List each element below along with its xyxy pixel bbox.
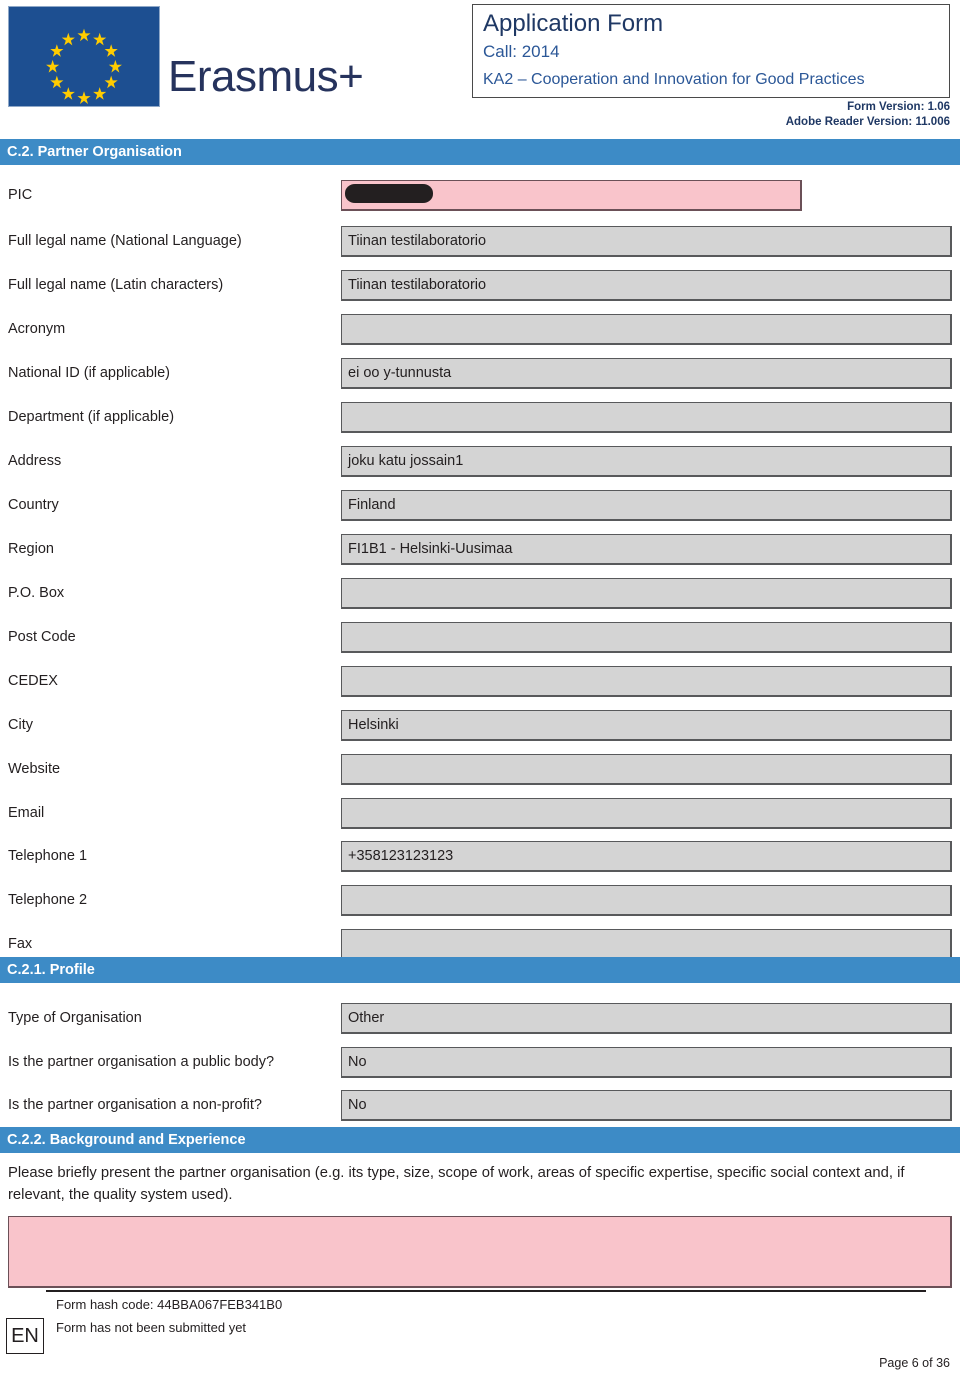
field-label-non-profit: Is the partner organisation a non-profit… bbox=[8, 1097, 262, 1113]
field-label-fax: Fax bbox=[8, 936, 33, 952]
field-label-country: Country bbox=[8, 497, 59, 513]
field-row-pic: PIC bbox=[0, 180, 960, 214]
field-value-national-id: ei oo y-tunnusta bbox=[348, 365, 452, 381]
field-row-city: City Helsinki bbox=[0, 710, 960, 744]
background-question-text: Please briefly present the partner organ… bbox=[8, 1165, 905, 1203]
field-row-po-box: P.O. Box bbox=[0, 578, 960, 612]
field-label-telephone-2: Telephone 2 bbox=[8, 892, 88, 908]
field-input-post-code[interactable] bbox=[341, 622, 952, 653]
background-answer-textarea[interactable] bbox=[8, 1216, 952, 1288]
field-value-telephone-1: +358123123123 bbox=[348, 848, 454, 864]
field-row-type-of-organisation: Type of Organisation Other bbox=[0, 1003, 960, 1037]
field-input-department[interactable] bbox=[341, 402, 952, 433]
field-row-country: Country Finland bbox=[0, 490, 960, 524]
field-value-full-legal-name-latin: Tiinan testilaboratorio bbox=[348, 277, 487, 293]
version-info: Form Version: 1.06 Adobe Reader Version:… bbox=[786, 100, 950, 130]
field-row-full-legal-name-national: Full legal name (National Language) Tiin… bbox=[0, 226, 960, 260]
field-row-non-profit: Is the partner organisation a non-profit… bbox=[0, 1090, 960, 1124]
form-submission-status: Form has not been submitted yet bbox=[56, 1320, 247, 1335]
field-row-full-legal-name-latin: Full legal name (Latin characters) Tiina… bbox=[0, 270, 960, 304]
field-input-national-id[interactable]: ei oo y-tunnusta bbox=[341, 358, 952, 389]
field-label-post-code: Post Code bbox=[8, 629, 76, 645]
eu-flag-logo bbox=[8, 6, 160, 107]
form-version: Form Version: 1.06 bbox=[847, 101, 950, 113]
field-label-telephone-1: Telephone 1 bbox=[8, 848, 88, 864]
field-input-email[interactable] bbox=[341, 798, 952, 829]
page-header: Erasmus+ Application Form Call: 2014 KA2… bbox=[0, 0, 960, 140]
field-row-website: Website bbox=[0, 754, 960, 788]
field-label-city: City bbox=[8, 717, 33, 733]
field-label-cedex: CEDEX bbox=[8, 673, 58, 689]
field-row-cedex: CEDEX bbox=[0, 666, 960, 700]
field-input-city[interactable]: Helsinki bbox=[341, 710, 952, 741]
field-label-po-box: P.O. Box bbox=[8, 585, 65, 601]
erasmus-plus-wordmark: Erasmus+ bbox=[168, 52, 364, 101]
field-label-full-legal-name-national: Full legal name (National Language) bbox=[8, 233, 242, 249]
section-header-partner-organisation: C.2. Partner Organisation bbox=[0, 139, 960, 165]
background-answer-value bbox=[9, 1217, 950, 1227]
field-value-address: joku katu jossain1 bbox=[348, 453, 464, 469]
field-label-region: Region bbox=[8, 541, 54, 557]
form-call-year: Call: 2014 bbox=[483, 42, 560, 61]
field-input-acronym[interactable] bbox=[341, 314, 952, 345]
field-input-address[interactable]: joku katu jossain1 bbox=[341, 446, 952, 477]
field-row-department: Department (if applicable) bbox=[0, 402, 960, 436]
field-input-type-of-organisation[interactable]: Other bbox=[341, 1003, 952, 1034]
field-row-post-code: Post Code bbox=[0, 622, 960, 656]
section-header-profile: C.2.1. Profile bbox=[0, 957, 960, 983]
field-input-po-box[interactable] bbox=[341, 578, 952, 609]
field-row-acronym: Acronym bbox=[0, 314, 960, 348]
field-label-email: Email bbox=[8, 805, 45, 821]
field-value-full-legal-name-national: Tiinan testilaboratorio bbox=[348, 233, 487, 249]
form-hash-code: Form hash code: 44BBA067FEB341B0 bbox=[56, 1297, 283, 1312]
page-number: Page 6 of 36 bbox=[879, 1356, 950, 1370]
footer-divider bbox=[46, 1290, 926, 1292]
field-label-acronym: Acronym bbox=[8, 321, 66, 337]
field-input-fax[interactable] bbox=[341, 929, 952, 960]
field-input-pic[interactable] bbox=[341, 180, 802, 211]
field-row-region: Region FI1B1 - Helsinki-Uusimaa bbox=[0, 534, 960, 568]
field-value-country: Finland bbox=[348, 497, 396, 513]
field-label-pic: PIC bbox=[8, 187, 33, 203]
field-input-public-body[interactable]: No bbox=[341, 1047, 952, 1078]
field-label-national-id: National ID (if applicable) bbox=[8, 365, 170, 381]
form-action-type: KA2 – Cooperation and Innovation for Goo… bbox=[483, 71, 865, 88]
form-title: Application Form bbox=[483, 10, 664, 37]
field-input-telephone-1[interactable]: +358123123123 bbox=[341, 841, 952, 872]
field-input-region[interactable]: FI1B1 - Helsinki-Uusimaa bbox=[341, 534, 952, 565]
field-row-email: Email bbox=[0, 798, 960, 832]
field-row-public-body: Is the partner organisation a public bod… bbox=[0, 1047, 960, 1081]
field-value-non-profit: No bbox=[348, 1097, 367, 1113]
section-header-background-and-experience: C.2.2. Background and Experience bbox=[0, 1127, 960, 1153]
field-value-public-body: No bbox=[348, 1054, 367, 1070]
field-row-telephone-1: Telephone 1 +358123123123 bbox=[0, 841, 960, 875]
field-row-national-id: National ID (if applicable) ei oo y-tunn… bbox=[0, 358, 960, 392]
field-label-website: Website bbox=[8, 761, 61, 777]
field-label-type-of-organisation: Type of Organisation bbox=[8, 1010, 142, 1026]
field-input-website[interactable] bbox=[341, 754, 952, 785]
field-input-non-profit[interactable]: No bbox=[341, 1090, 952, 1121]
field-value-region: FI1B1 - Helsinki-Uusimaa bbox=[348, 541, 513, 557]
pic-redaction-mark bbox=[345, 184, 433, 203]
language-badge: EN bbox=[6, 1318, 44, 1354]
form-title-box: Application Form Call: 2014 KA2 – Cooper… bbox=[472, 4, 950, 98]
field-label-department: Department (if applicable) bbox=[8, 409, 175, 425]
field-label-public-body: Is the partner organisation a public bod… bbox=[8, 1054, 275, 1070]
field-value-type-of-organisation: Other bbox=[348, 1010, 385, 1026]
field-input-full-legal-name-latin[interactable]: Tiinan testilaboratorio bbox=[341, 270, 952, 301]
field-label-full-legal-name-latin: Full legal name (Latin characters) bbox=[8, 277, 224, 293]
adobe-reader-version: Adobe Reader Version: 11.006 bbox=[785, 116, 950, 128]
field-label-address: Address bbox=[8, 453, 62, 469]
field-input-country[interactable]: Finland bbox=[341, 490, 952, 521]
field-input-telephone-2[interactable] bbox=[341, 885, 952, 916]
field-input-cedex[interactable] bbox=[341, 666, 952, 697]
field-row-telephone-2: Telephone 2 bbox=[0, 885, 960, 919]
field-input-full-legal-name-national[interactable]: Tiinan testilaboratorio bbox=[341, 226, 952, 257]
field-value-city: Helsinki bbox=[348, 717, 399, 733]
field-row-address: Address joku katu jossain1 bbox=[0, 446, 960, 480]
eu-flag-stars-icon bbox=[46, 28, 122, 104]
